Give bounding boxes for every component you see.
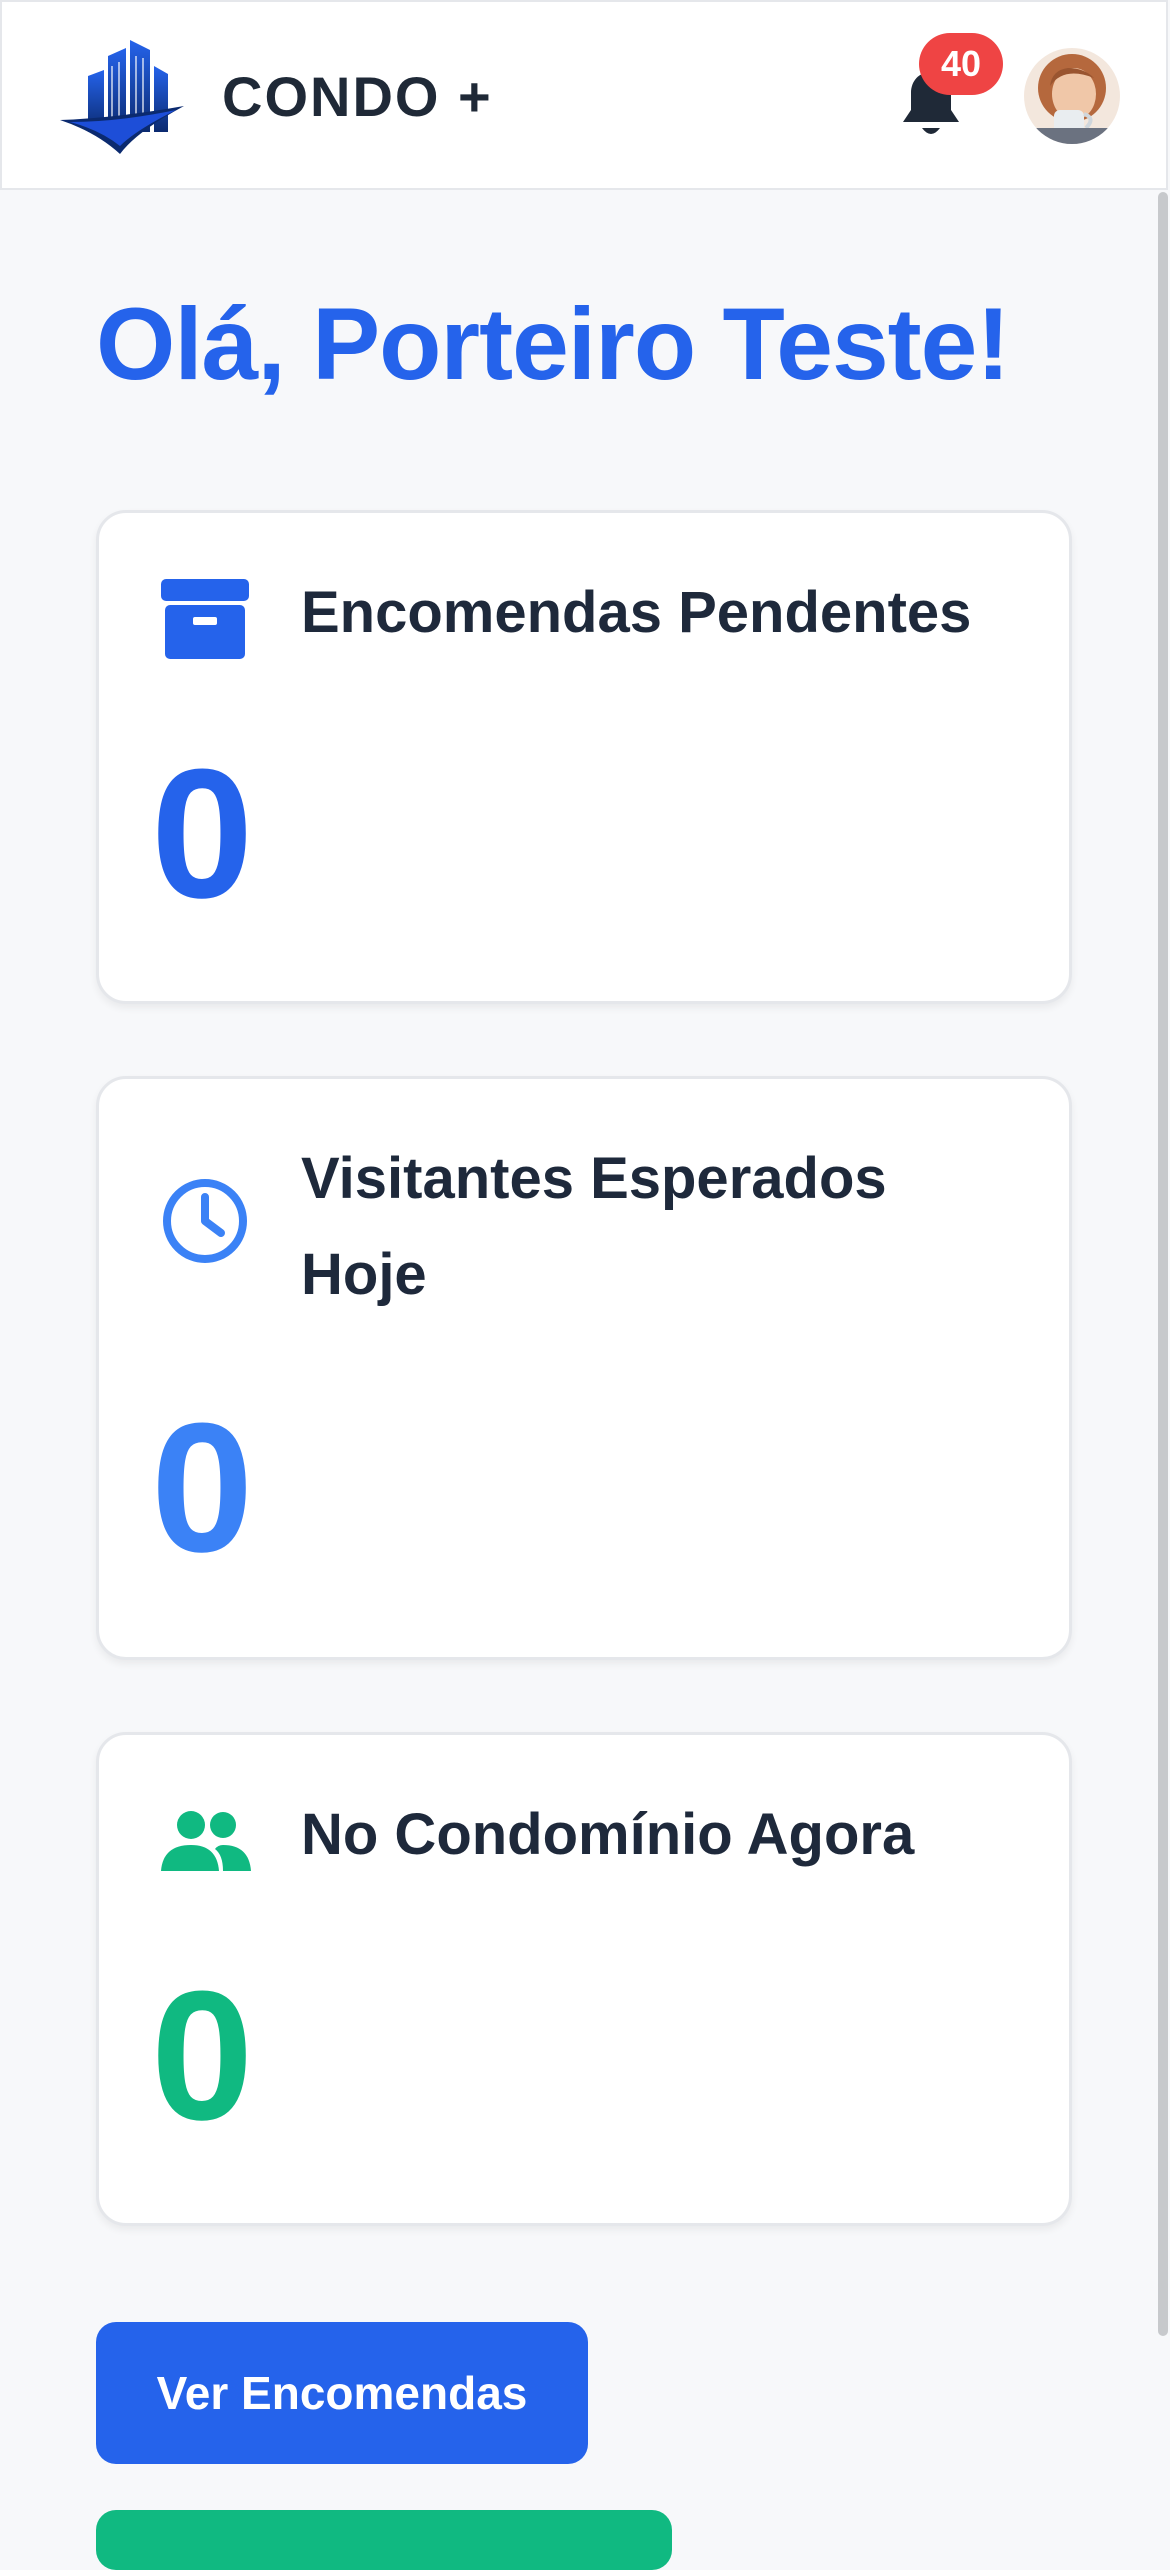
card-title: Encomendas Pendentes [301, 580, 972, 645]
user-avatar[interactable] [1024, 48, 1120, 144]
clock-icon [163, 1179, 247, 1263]
notifications-button[interactable]: 40 [882, 33, 1003, 148]
building-logo-icon [60, 40, 184, 154]
brand-link[interactable]: CONDO + [56, 36, 493, 156]
card-value: 0 [151, 1952, 254, 2158]
card-value: 0 [151, 1384, 254, 1590]
top-navbar: CONDO + 40 [0, 0, 1168, 190]
card-pending-packages[interactable]: Encomendas Pendentes 0 [96, 510, 1072, 1004]
secondary-action-button[interactable] [96, 2510, 672, 2570]
brand-name: CONDO + [222, 64, 493, 128]
card-in-condo-now[interactable]: No Condomínio Agora 0 [96, 1732, 1072, 2226]
users-icon [161, 1811, 251, 1871]
avatar-image [1024, 48, 1120, 144]
scrollbar-thumb[interactable] [1158, 192, 1168, 2336]
card-expected-visitors[interactable]: Visitantes Esperados Hoje 0 [96, 1076, 1072, 1660]
view-packages-button[interactable]: Ver Encomendas [96, 2322, 588, 2464]
notification-count-badge: 40 [919, 33, 1003, 95]
greeting-title: Olá, Porteiro Teste! [96, 287, 1010, 401]
archive-box-icon [161, 579, 249, 659]
card-value: 0 [151, 730, 254, 936]
card-title: No Condomínio Agora [301, 1802, 915, 1867]
card-title: Visitantes Esperados Hoje [301, 1146, 887, 1307]
